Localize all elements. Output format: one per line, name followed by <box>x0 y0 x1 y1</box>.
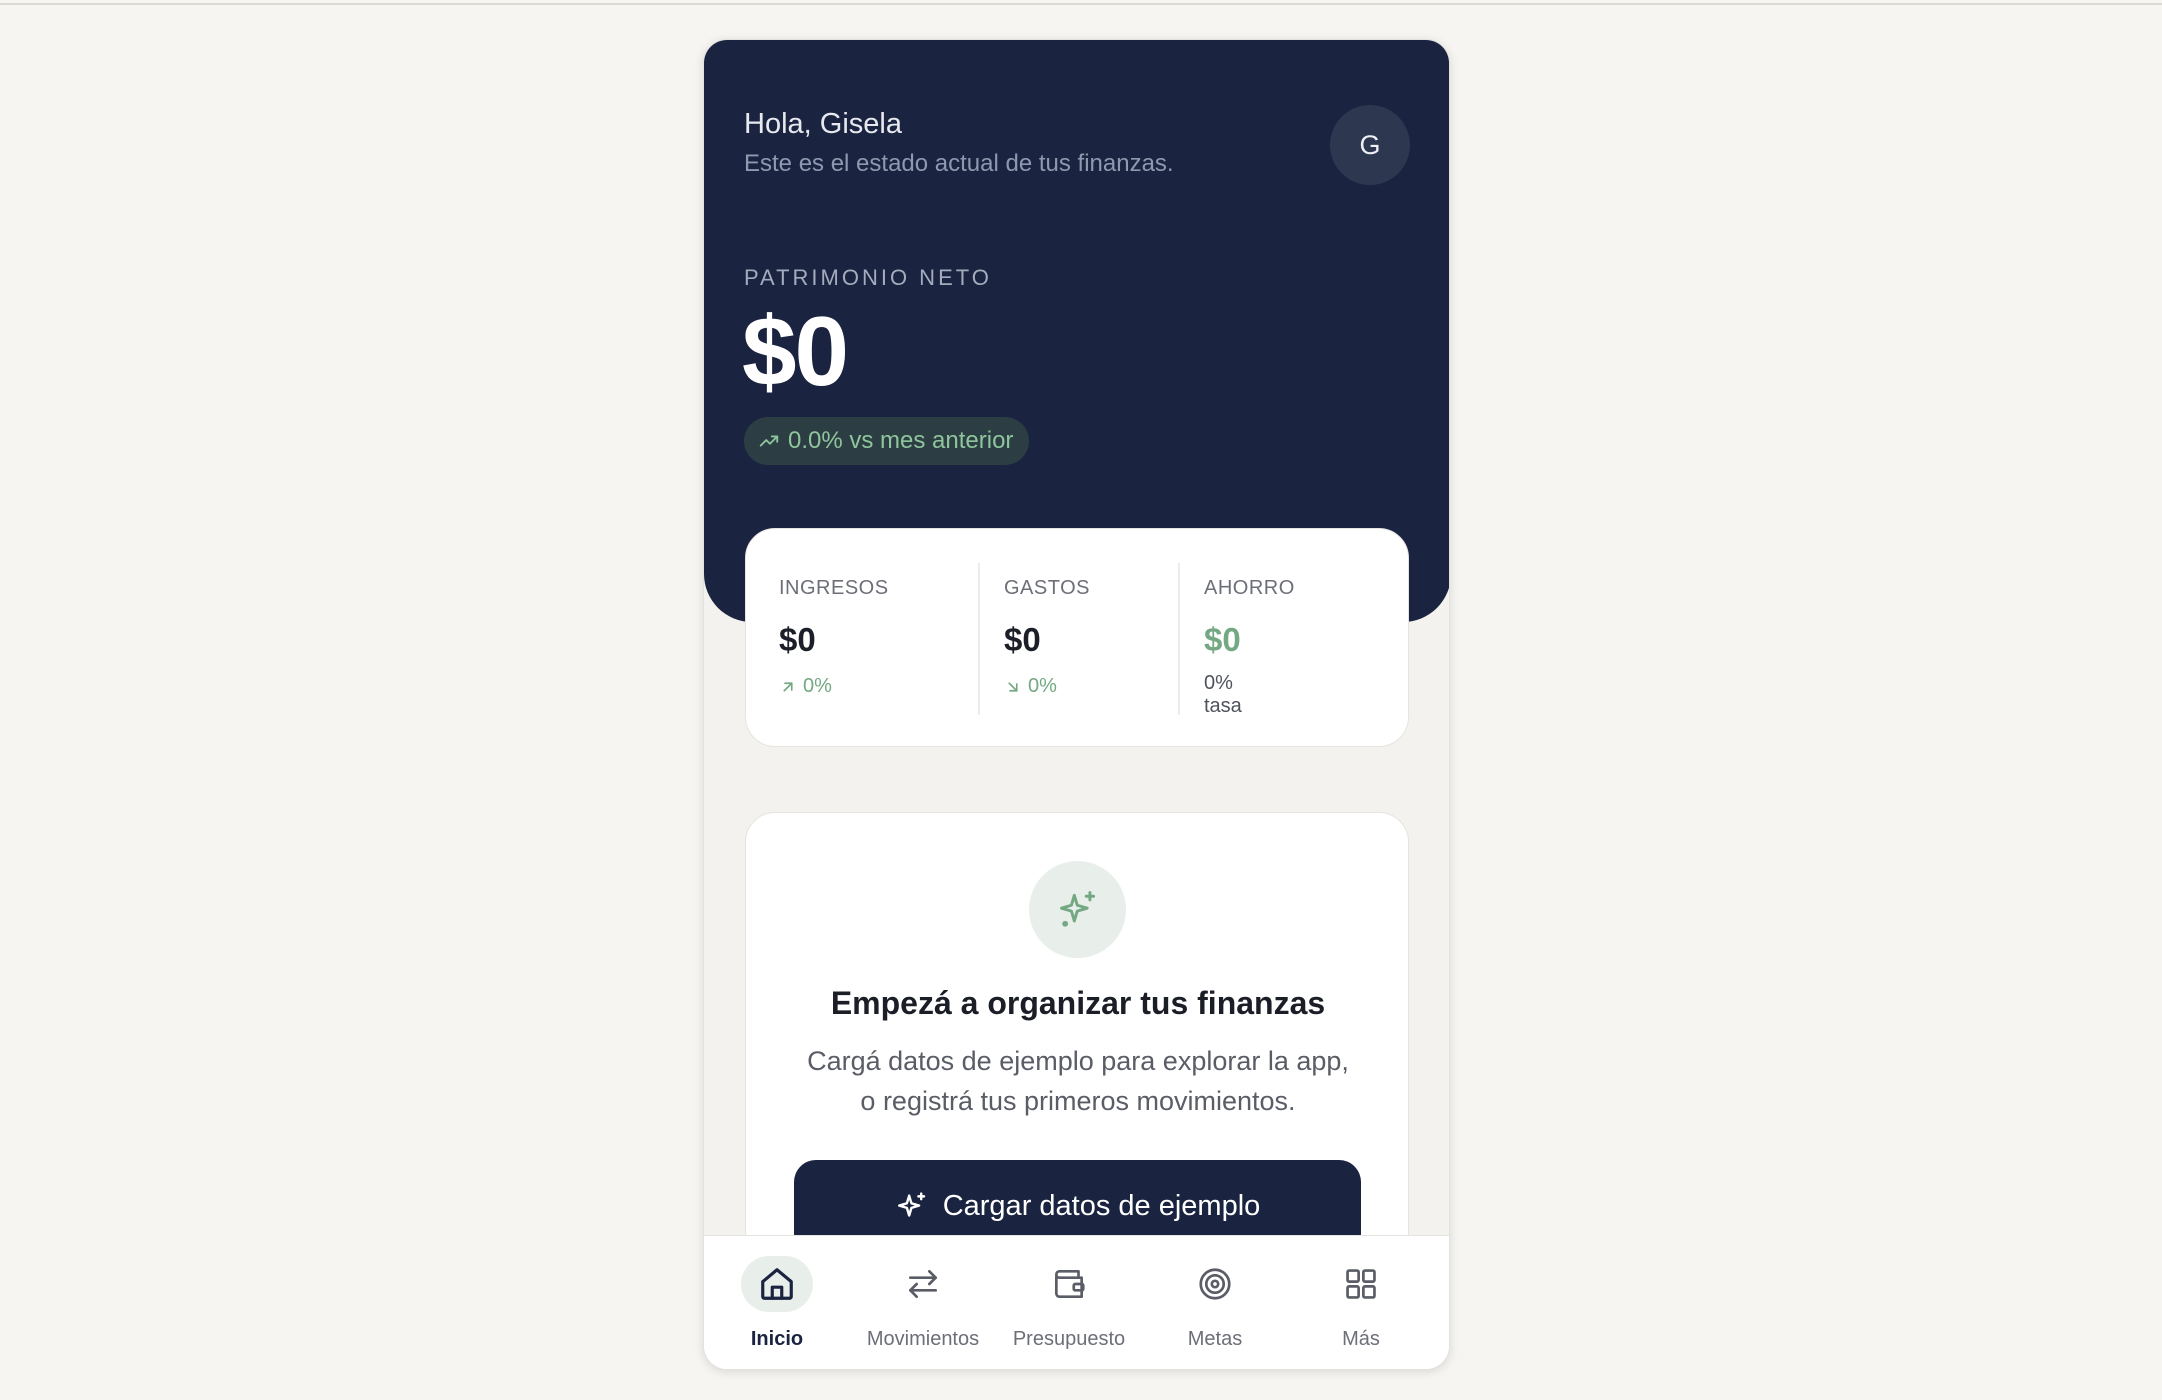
nav-label-metas: Metas <box>1187 1328 1243 1350</box>
empty-state-description-line1: Cargá datos de ejemplo para explorar la … <box>807 1046 1349 1076</box>
grid-icon <box>1346 1269 1376 1299</box>
home-icon <box>761 1268 793 1300</box>
nav-icon-wrap <box>887 1256 959 1312</box>
trend-up-icon <box>759 435 779 447</box>
nav-icon-wrap <box>1033 1256 1105 1312</box>
nav-label-movimientos: Movimientos <box>866 1328 980 1350</box>
savings-value: $0 <box>1204 621 1241 658</box>
net-worth-value: $0 <box>742 296 849 406</box>
bottom-nav: Inicio Movimientos Presupuesto Metas Más <box>704 1235 1449 1369</box>
load-sample-data-label: Cargar datos de ejemplo <box>942 1190 1261 1222</box>
empty-state-description: Cargá datos de ejemplo para explorar la … <box>786 1041 1370 1121</box>
sparkles-icon <box>1059 890 1095 927</box>
net-worth-label: PATRIMONIO NETO <box>744 265 992 290</box>
greeting: Hola, Gisela <box>744 108 902 140</box>
income-change: 0% <box>779 675 832 698</box>
nav-icon-wrap <box>741 1256 813 1312</box>
nav-icon-wrap <box>1179 1256 1251 1312</box>
empty-state-description-line2: o registrá tus primeros movimientos. <box>860 1086 1296 1116</box>
expenses-label: GASTOS <box>1004 577 1090 599</box>
summary-card: INGRESOS $0 0% GASTOS $0 0% AHORRO $0 0%… <box>745 528 1409 747</box>
income-change-text: 0% <box>803 675 832 697</box>
sparkles-icon <box>897 1192 925 1217</box>
expenses-change-text: 0% <box>1028 675 1057 697</box>
transfer-icon <box>908 1269 938 1299</box>
nav-icon-wrap <box>1325 1256 1397 1312</box>
arrow-up-right-icon <box>783 681 793 692</box>
wallet-icon <box>1054 1269 1085 1299</box>
income-value: $0 <box>779 621 816 658</box>
net-worth-change-badge: 0.0% vs mes anterior <box>744 417 1030 465</box>
avatar[interactable]: G <box>1330 105 1410 185</box>
window-top-border <box>0 0 2162 5</box>
nav-item-metas[interactable]: Metas <box>1142 1236 1288 1369</box>
nav-label-mas: Más <box>1342 1328 1380 1350</box>
nav-item-inicio[interactable]: Inicio <box>704 1236 850 1369</box>
summary-divider <box>1178 563 1180 715</box>
net-worth-change-text: 0.0% vs mes anterior <box>788 427 1014 454</box>
target-icon <box>1199 1268 1231 1300</box>
income-label: INGRESOS <box>779 577 889 599</box>
savings-rate: 0% tasa <box>1204 672 1242 717</box>
savings-label: AHORRO <box>1204 577 1295 599</box>
nav-label-presupuesto: Presupuesto <box>1012 1328 1126 1350</box>
nav-item-movimientos[interactable]: Movimientos <box>850 1236 996 1369</box>
app-frame: Hola, Gisela Este es el estado actual de… <box>703 39 1450 1370</box>
summary-divider <box>978 563 980 715</box>
greeting-subtitle: Este es el estado actual de tus finanzas… <box>744 150 1174 177</box>
nav-item-presupuesto[interactable]: Presupuesto <box>996 1236 1142 1369</box>
expenses-value: $0 <box>1004 621 1041 658</box>
nav-label-inicio: Inicio <box>750 1328 804 1350</box>
nav-item-mas[interactable]: Más <box>1288 1236 1434 1369</box>
empty-state-title: Empezá a organizar tus finanzas <box>830 985 1326 1021</box>
expenses-change: 0% <box>1004 675 1057 698</box>
arrow-down-right-icon <box>1008 681 1018 692</box>
sparkles-badge <box>1029 861 1126 958</box>
